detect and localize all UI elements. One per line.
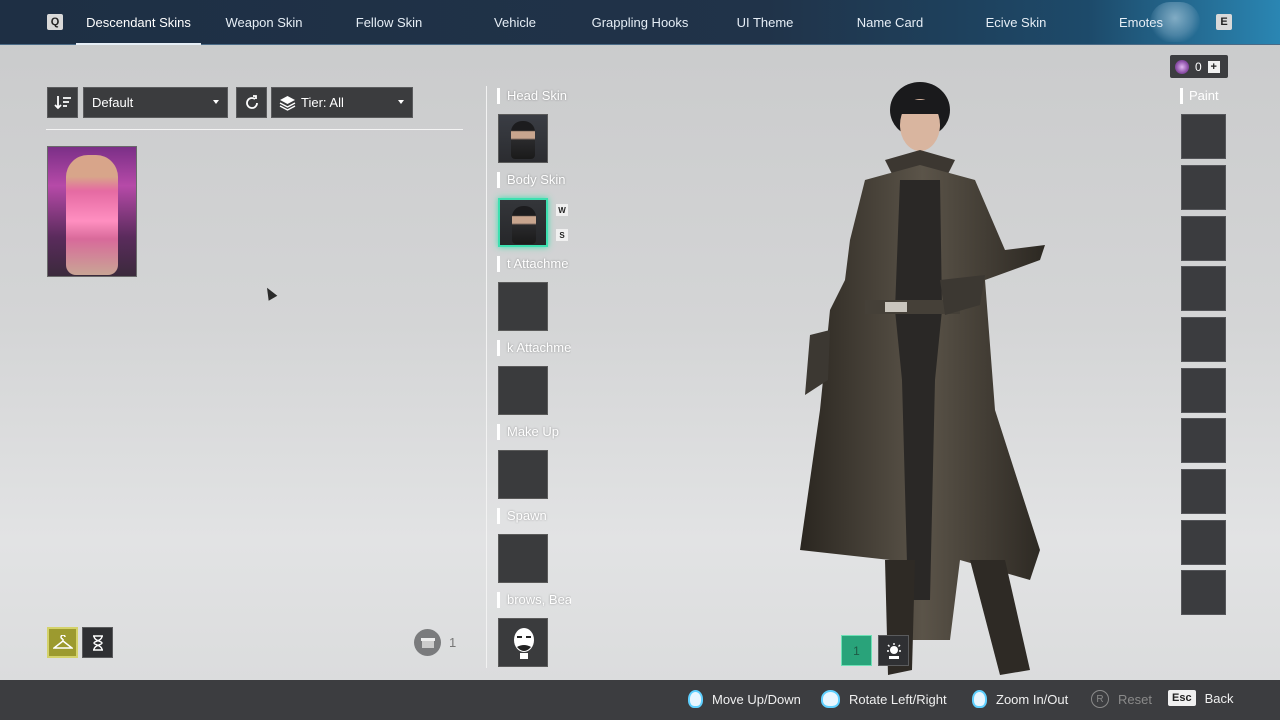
paint-slot[interactable] <box>1181 570 1226 615</box>
paint-slot[interactable] <box>1181 114 1226 159</box>
skin-thumbnail <box>66 155 118 275</box>
sort-icon <box>53 95 71 109</box>
hint-zoom[interactable]: Zoom In/Out <box>972 690 1068 708</box>
add-currency-button[interactable]: + <box>1207 60 1220 73</box>
paint-slot[interactable] <box>1181 317 1226 362</box>
paint-slot[interactable] <box>1181 165 1226 210</box>
tab-ecive-skin[interactable]: Ecive Skin <box>975 0 1057 45</box>
inventory-counter: 1 <box>414 629 456 656</box>
tab-fellow-skin[interactable]: Fellow Skin <box>337 0 441 45</box>
tier-dropdown-value: Tier: All <box>301 95 344 110</box>
tier-dropdown[interactable]: Tier: All <box>271 87 413 118</box>
paint-slot[interactable] <box>1181 368 1226 413</box>
stick-up-down-icon <box>688 690 703 708</box>
hint-back[interactable]: Esc Back <box>1168 690 1233 706</box>
tab-vehicle[interactable]: Vehicle <box>470 0 560 45</box>
face-icon <box>514 628 534 659</box>
bottom-hint-bar <box>0 680 1280 720</box>
body-skin-thumbnail <box>512 206 536 244</box>
tab-emotes[interactable]: Emotes <box>1110 0 1172 45</box>
character-model[interactable] <box>790 80 1050 680</box>
inventory-count: 1 <box>449 635 457 650</box>
sort-dropdown[interactable]: Default <box>83 87 228 118</box>
paint-slot[interactable] <box>1181 266 1226 311</box>
paint-label: Paint <box>1180 88 1219 104</box>
slot-body-skin[interactable] <box>498 198 548 247</box>
hanger-icon <box>52 634 73 649</box>
slot-label-make-up: Make Up <box>497 424 571 440</box>
tab-grappling-hooks[interactable]: Grappling Hooks <box>580 0 700 45</box>
prev-tab-key[interactable]: Q <box>47 14 63 30</box>
outfit-mode-button[interactable] <box>47 627 78 658</box>
hint-label: Move Up/Down <box>712 691 801 707</box>
layers-icon <box>279 95 296 111</box>
stick-left-right-icon <box>821 690 840 708</box>
esc-key-icon: Esc <box>1168 690 1196 706</box>
reset-filter-button[interactable] <box>236 87 267 118</box>
slot-head-skin[interactable] <box>498 114 548 163</box>
chevron-down-icon <box>213 100 219 104</box>
slot-label-front-attachment: t Attachme <box>497 256 571 272</box>
hint-label: Rotate Left/Right <box>849 691 947 707</box>
hint-label: Zoom In/Out <box>996 691 1069 707</box>
tab-name-card[interactable]: Name Card <box>845 0 935 45</box>
skin-item-card[interactable] <box>47 146 137 277</box>
slot-back-attachment[interactable] <box>498 366 548 415</box>
slot-label-eyebrows: brows, Bea <box>497 592 571 608</box>
slot-label-body-skin: Body Skin <box>497 172 571 188</box>
lighting-toggle-button[interactable] <box>878 635 909 666</box>
refresh-icon <box>245 94 258 109</box>
slot-eyebrows-beard[interactable] <box>498 618 548 667</box>
inventory-box-icon <box>414 629 441 656</box>
slot-spawn[interactable] <box>498 534 548 583</box>
tab-ui-theme[interactable]: UI Theme <box>720 0 810 45</box>
hint-rotate[interactable]: Rotate Left/Right <box>821 690 947 708</box>
head-skin-thumbnail <box>511 121 535 159</box>
body-skin-tag-w: W <box>556 204 568 216</box>
hint-label: Back <box>1204 690 1234 706</box>
stick-zoom-icon <box>972 690 987 708</box>
hint-label: Reset <box>1118 691 1152 707</box>
slot-label-head-skin: Head Skin <box>497 88 571 104</box>
hint-move-up-down[interactable]: Move Up/Down <box>688 690 801 708</box>
hint-reset[interactable]: R Reset <box>1091 690 1152 708</box>
paint-slot[interactable] <box>1181 469 1226 514</box>
slot-make-up[interactable] <box>498 450 548 499</box>
paint-slot[interactable] <box>1181 216 1226 261</box>
sort-order-button[interactable] <box>47 87 78 118</box>
paint-slot[interactable] <box>1181 418 1226 463</box>
filter-divider <box>46 129 463 130</box>
chevron-down-icon <box>398 100 404 104</box>
hourglass-icon <box>92 634 103 651</box>
tab-descendant-skins[interactable]: Descendant Skins <box>76 0 201 45</box>
slot-label-back-attachment: k Attachme <box>497 340 571 356</box>
slots-divider <box>486 86 487 668</box>
preset-slot-number: 1 <box>853 643 860 658</box>
currency-counter[interactable]: 0 + <box>1170 55 1228 78</box>
time-limited-button[interactable] <box>82 627 113 658</box>
mouse-cursor-icon <box>262 285 278 301</box>
body-skin-tag-s: S <box>556 229 568 241</box>
slot-front-attachment[interactable] <box>498 282 548 331</box>
next-tab-key[interactable]: E <box>1216 14 1232 30</box>
preset-slot-button[interactable]: 1 <box>841 635 872 666</box>
reset-key-icon: R <box>1091 690 1109 708</box>
currency-coin-icon <box>1175 59 1189 74</box>
light-icon <box>886 642 901 659</box>
tab-weapon-skin[interactable]: Weapon Skin <box>210 0 318 45</box>
slot-label-spawn: Spawn <box>497 508 571 524</box>
sort-dropdown-value: Default <box>92 95 134 110</box>
currency-value: 0 <box>1195 59 1202 74</box>
top-nav-bar: Q Descendant Skins Weapon Skin Fellow Sk… <box>0 0 1280 45</box>
paint-slot[interactable] <box>1181 520 1226 565</box>
